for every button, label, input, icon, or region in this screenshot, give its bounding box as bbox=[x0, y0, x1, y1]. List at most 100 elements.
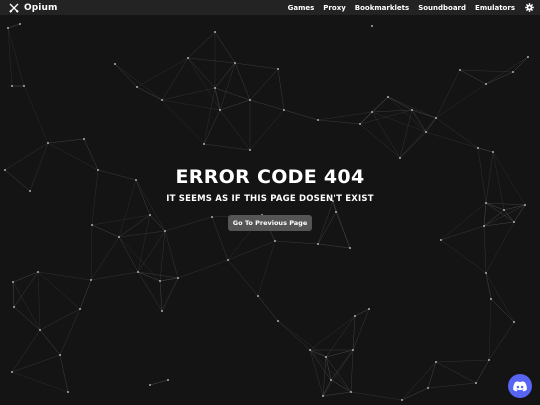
network-node bbox=[167, 379, 169, 381]
network-line bbox=[137, 271, 179, 279]
network-line bbox=[219, 62, 236, 111]
network-line bbox=[249, 109, 285, 151]
network-line bbox=[475, 359, 490, 384]
network-line bbox=[13, 271, 39, 308]
network-line bbox=[435, 359, 490, 363]
network-line bbox=[164, 216, 213, 232]
network-line bbox=[234, 62, 279, 70]
network-node bbox=[371, 25, 373, 27]
network-node bbox=[277, 320, 279, 322]
network-node bbox=[37, 271, 39, 273]
network-node bbox=[513, 221, 515, 223]
network-node bbox=[7, 27, 9, 29]
network-node bbox=[161, 310, 163, 312]
network-line bbox=[249, 99, 285, 111]
network-node bbox=[67, 391, 69, 393]
network-line bbox=[277, 320, 327, 358]
network-line bbox=[12, 271, 39, 283]
network-line bbox=[490, 298, 515, 323]
network-node bbox=[257, 295, 259, 297]
network-line bbox=[401, 361, 437, 401]
top-navigation-bar: Opium Games Proxy Bookmarklets Soundboar… bbox=[0, 0, 540, 15]
network-line bbox=[90, 271, 139, 281]
network-node bbox=[13, 306, 15, 308]
nav-item-games[interactable]: Games bbox=[288, 4, 315, 12]
network-line bbox=[11, 371, 69, 393]
nav-menu: Games Proxy Bookmarklets Soundboard Emul… bbox=[279, 3, 534, 12]
network-node bbox=[164, 230, 166, 232]
network-node bbox=[90, 279, 92, 281]
network-line bbox=[219, 99, 251, 111]
network-line bbox=[330, 349, 354, 381]
network-line bbox=[274, 240, 319, 245]
network-line bbox=[214, 31, 236, 64]
network-node bbox=[214, 87, 216, 89]
network-line bbox=[387, 96, 427, 133]
network-node bbox=[330, 379, 332, 381]
network-line bbox=[427, 382, 477, 389]
network-node bbox=[354, 315, 356, 317]
network-line bbox=[435, 361, 477, 384]
network-line bbox=[214, 62, 236, 89]
network-line bbox=[317, 200, 334, 245]
network-line bbox=[7, 27, 13, 87]
network-line bbox=[371, 111, 401, 159]
network-line bbox=[161, 57, 189, 101]
network-node bbox=[161, 99, 163, 101]
discord-button[interactable] bbox=[508, 374, 532, 398]
network-node bbox=[47, 142, 49, 144]
network-line bbox=[234, 62, 251, 101]
network-line bbox=[114, 63, 138, 88]
brand[interactable]: Opium bbox=[9, 3, 57, 13]
gear-icon[interactable] bbox=[525, 3, 534, 12]
network-node bbox=[79, 308, 81, 310]
network-line bbox=[322, 356, 327, 397]
network-line bbox=[177, 259, 229, 279]
network-line bbox=[114, 63, 163, 101]
nav-item-soundboard[interactable]: Soundboard bbox=[418, 4, 466, 12]
network-node bbox=[203, 143, 205, 145]
network-node bbox=[309, 349, 311, 351]
network-line bbox=[161, 87, 216, 101]
network-line bbox=[483, 202, 487, 227]
network-line bbox=[257, 295, 279, 322]
network-line bbox=[59, 308, 81, 356]
network-line bbox=[488, 321, 515, 361]
network-line bbox=[277, 320, 311, 351]
network-node bbox=[137, 271, 139, 273]
network-node bbox=[435, 117, 437, 119]
network-line bbox=[512, 56, 529, 73]
network-line bbox=[427, 361, 437, 389]
network-line bbox=[161, 99, 221, 111]
nav-item-bookmarklets[interactable]: Bookmarklets bbox=[355, 4, 409, 12]
network-line bbox=[161, 277, 179, 312]
network-line bbox=[277, 68, 285, 111]
network-line bbox=[440, 225, 485, 241]
network-node bbox=[12, 281, 14, 283]
network-node bbox=[249, 99, 251, 101]
network-line bbox=[435, 83, 487, 119]
network-line bbox=[137, 271, 161, 282]
nav-item-emulators[interactable]: Emulators bbox=[475, 4, 515, 12]
network-line bbox=[39, 308, 81, 331]
network-node bbox=[485, 83, 487, 85]
nav-item-proxy[interactable]: Proxy bbox=[323, 4, 345, 12]
network-line bbox=[283, 109, 319, 121]
go-to-previous-page-button[interactable]: Go To Previous Page bbox=[228, 215, 312, 231]
network-node bbox=[317, 119, 319, 121]
network-line bbox=[13, 306, 41, 331]
network-line bbox=[485, 272, 515, 323]
network-line bbox=[352, 308, 370, 351]
network-line bbox=[485, 202, 515, 223]
network-line bbox=[317, 111, 373, 121]
network-node bbox=[512, 71, 514, 73]
network-line bbox=[317, 243, 351, 249]
network-node bbox=[490, 298, 492, 300]
error-title: ERROR CODE 404 bbox=[175, 166, 365, 188]
network-line bbox=[435, 69, 461, 119]
network-line bbox=[359, 123, 401, 159]
network-line bbox=[401, 387, 429, 401]
network-node bbox=[23, 85, 25, 87]
network-line bbox=[159, 280, 163, 312]
network-line bbox=[440, 239, 487, 274]
